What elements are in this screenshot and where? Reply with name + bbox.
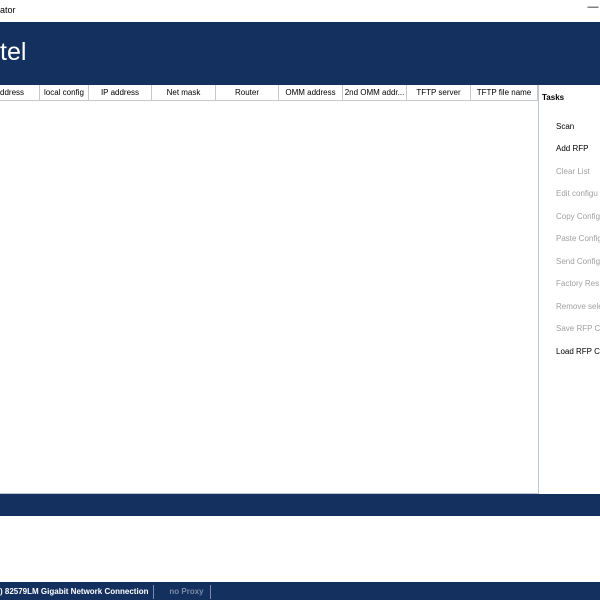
task-send-config: Send Config <box>556 257 600 266</box>
column-header-net-mask[interactable]: Net mask <box>152 85 216 101</box>
column-header-mac-address[interactable]: ddress <box>0 85 40 101</box>
task-scan[interactable]: Scan <box>556 122 574 131</box>
table-header: ddress local config IP address Net mask … <box>0 85 538 101</box>
window-title: ator <box>0 5 16 15</box>
column-header-router[interactable]: Router <box>216 85 279 101</box>
brand-logo: tel <box>0 38 27 66</box>
divider-bar <box>0 494 600 516</box>
minimize-button[interactable]: — <box>586 0 600 18</box>
column-header-tftp-file-name[interactable]: TFTP file name <box>471 85 538 101</box>
network-adapter-status[interactable]: ) 82579LM Gigabit Network Connection <box>0 585 155 599</box>
task-copy-config: Copy Config <box>556 212 600 221</box>
task-paste-config: Paste Config <box>556 234 600 243</box>
tasks-panel: Tasks Scan Add RFP Clear List Edit confi… <box>539 85 600 494</box>
task-clear-list: Clear List <box>556 167 590 176</box>
title-bar: ator — <box>0 0 600 22</box>
status-bar: ) 82579LM Gigabit Network Connection no … <box>0 582 600 600</box>
proxy-status[interactable]: no Proxy <box>163 585 211 599</box>
tasks-heading: Tasks <box>542 93 565 102</box>
column-header-ip-address[interactable]: IP address <box>89 85 152 101</box>
task-save-rfp-config: Save RFP Co <box>556 324 600 333</box>
task-load-rfp-config[interactable]: Load RFP Co <box>556 347 600 356</box>
column-header-local-config[interactable]: local config <box>40 85 89 101</box>
rfp-table[interactable]: ddress local config IP address Net mask … <box>0 85 539 494</box>
column-header-2nd-omm-address[interactable]: 2nd OMM addr... <box>343 85 407 101</box>
column-header-omm-address[interactable]: OMM address <box>279 85 343 101</box>
header-banner: tel <box>0 22 600 85</box>
task-edit-configuration: Edit configu <box>556 189 598 198</box>
task-factory-reset: Factory Res <box>556 279 600 288</box>
log-area <box>0 516 600 582</box>
task-add-rfp[interactable]: Add RFP <box>556 144 588 153</box>
column-header-tftp-server[interactable]: TFTP server <box>407 85 471 101</box>
task-remove-selected: Remove sele <box>556 302 600 311</box>
